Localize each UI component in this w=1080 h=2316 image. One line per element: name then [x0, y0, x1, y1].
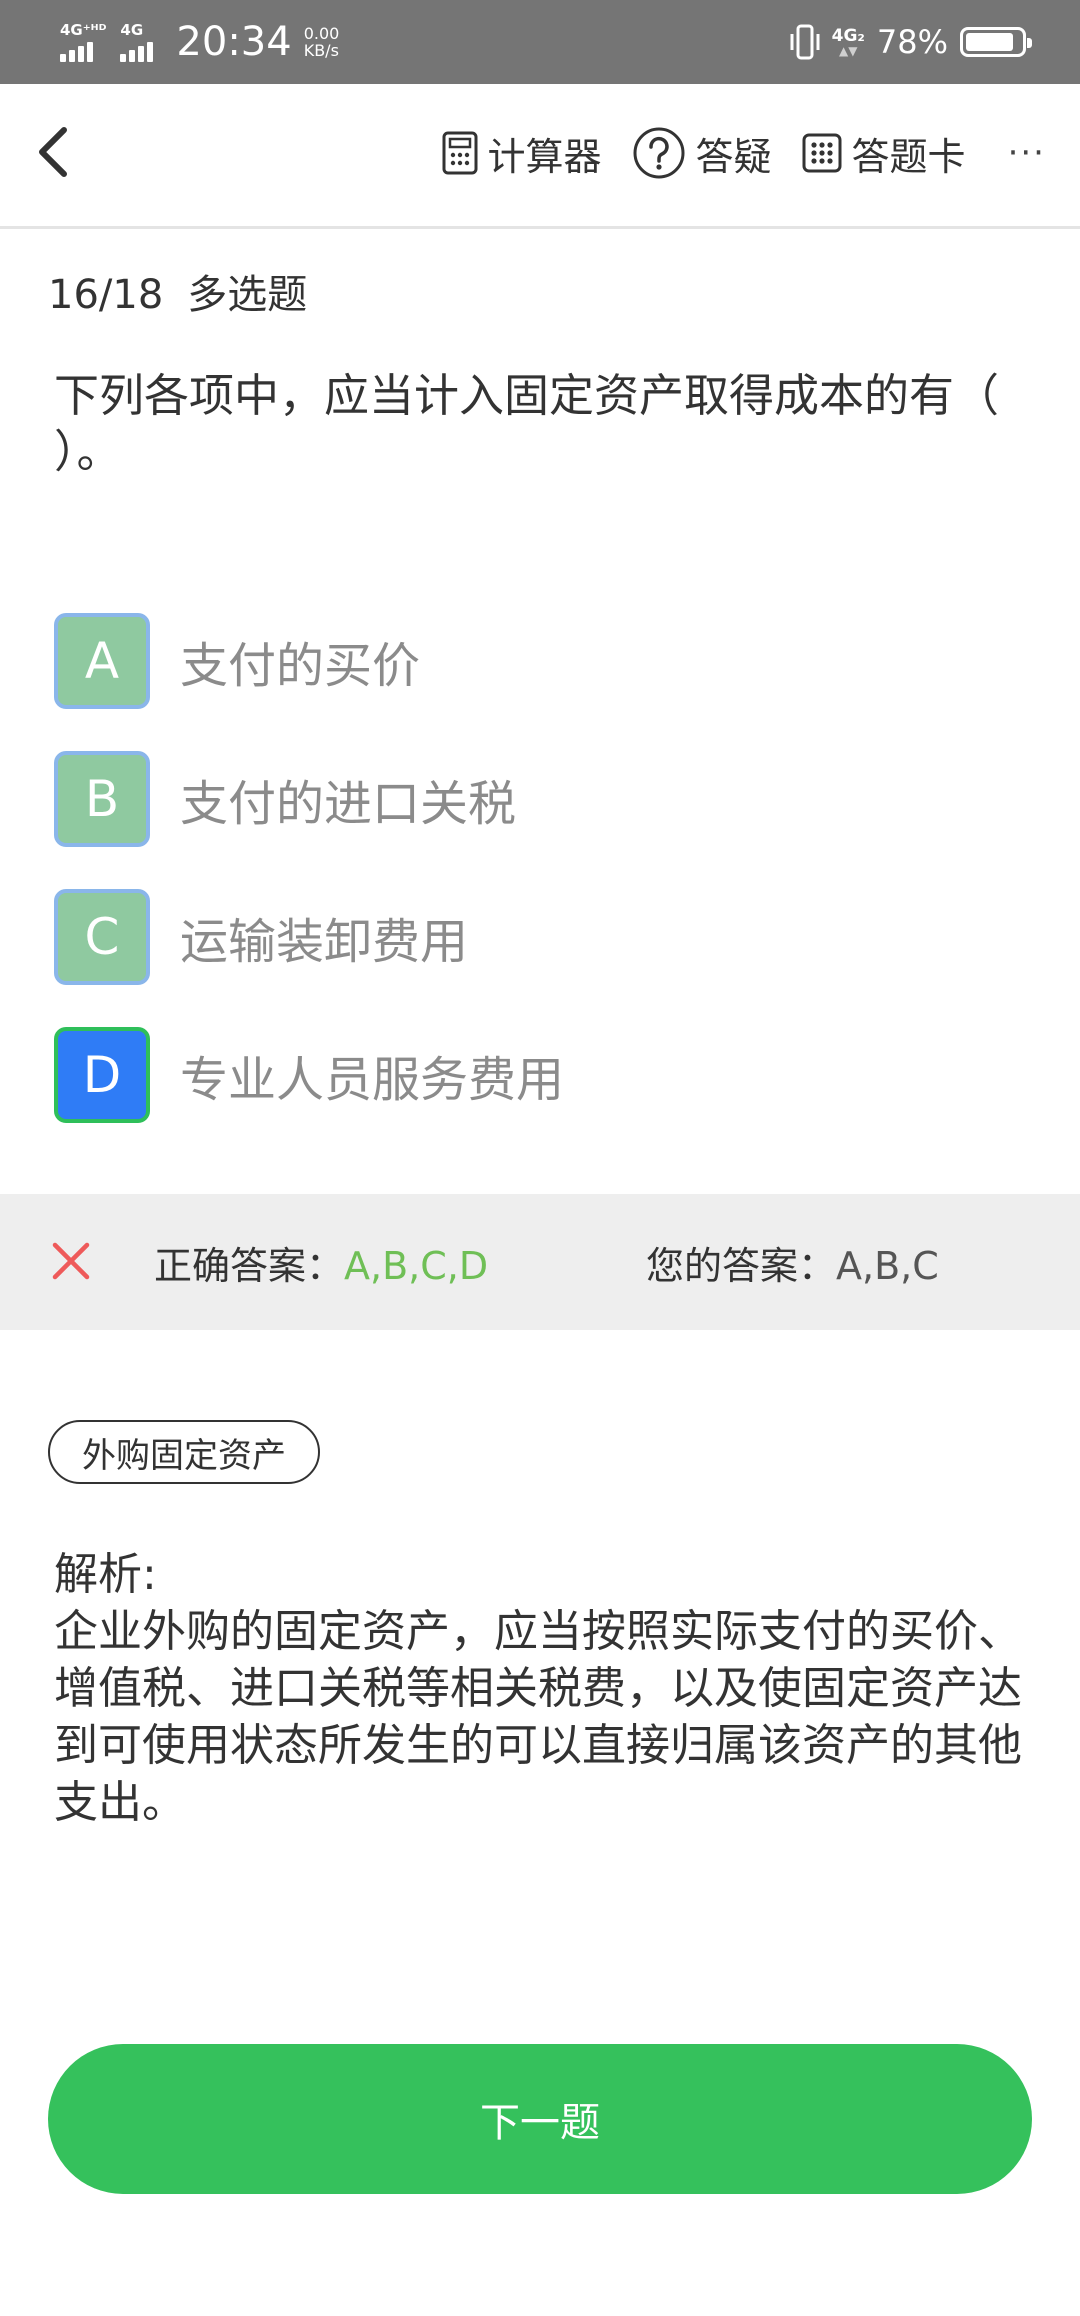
option-c[interactable]: C 运输装卸费用 [54, 868, 1034, 1006]
calculator-button[interactable]: 计算器 [442, 126, 602, 181]
answer-card-button[interactable]: 答题卡 [802, 126, 966, 181]
speed-unit: KB/s [303, 41, 339, 60]
chevron-left-icon[interactable] [30, 122, 80, 182]
network-1: 4G⁺ᴴᴰ [60, 22, 106, 62]
next-question-button[interactable]: 下一题 [48, 2044, 1032, 2194]
status-right: 4G₂ ▲▼ 78% [788, 12, 1032, 72]
battery-icon [960, 27, 1032, 57]
status-left: 4G⁺ᴴᴰ 4G 20:34 0.00 KB/s [60, 10, 339, 74]
network-1-label: 4G⁺ᴴᴰ [60, 21, 107, 39]
battery-percent: 78% [876, 23, 948, 61]
option-text: 运输装卸费用 [180, 914, 469, 970]
network-3: 4G₂ ▲▼ [832, 27, 865, 57]
option-list: A 支付的买价 B 支付的进口关税 C 运输装卸费用 D 专业人员服务费用 [54, 592, 1034, 1144]
vibrate-icon [790, 24, 820, 60]
nav-actions: 计算器 答疑 答题卡 ··· [412, 120, 1046, 186]
network-2-label: 4G [120, 21, 144, 39]
answer-card-label: 答题卡 [851, 134, 966, 179]
top-nav: 计算器 答疑 答题卡 ··· [0, 84, 1080, 229]
option-letter: B [54, 751, 150, 847]
network-speed: 0.00 KB/s [304, 25, 340, 59]
option-letter: D [54, 1027, 150, 1123]
option-text: 支付的买价 [180, 638, 421, 694]
option-a[interactable]: A 支付的买价 [54, 592, 1034, 730]
signal-icon [60, 40, 96, 62]
qa-button[interactable]: 答疑 [632, 126, 772, 181]
your-answer-value: A,B,C [836, 1243, 939, 1288]
option-text: 专业人员服务费用 [180, 1052, 565, 1108]
option-letter: C [54, 889, 150, 985]
analysis-label: 解析: [54, 1549, 157, 1600]
correct-answer-value: A,B,C,D [344, 1243, 489, 1288]
clock: 20:34 [176, 19, 292, 65]
question-meta: 16/18 多选题 [48, 262, 307, 320]
analysis: 解析: 企业外购的固定资产，应当按照实际支付的买价、增值税、进口关税等相关税费，… [54, 1546, 1034, 1831]
qa-label: 答疑 [695, 134, 772, 179]
option-text: 支付的进口关税 [180, 776, 517, 832]
question-type: 多选题 [187, 272, 308, 318]
signal-icon [120, 40, 156, 62]
option-letter: A [54, 613, 150, 709]
knowledge-tag[interactable]: 外购固定资产 [48, 1420, 320, 1484]
correct-answer-label: 正确答案： [154, 1243, 345, 1288]
grid-icon [802, 133, 842, 173]
your-answer: 您的答案：A,B,C [646, 1235, 939, 1290]
network-2: 4G [120, 22, 156, 62]
more-button[interactable]: ··· [1008, 133, 1046, 173]
question-circle-icon [633, 127, 685, 179]
question-progress: 16/18 [48, 272, 164, 318]
status-bar: 4G⁺ᴴᴰ 4G 20:34 0.00 KB/s 4G₂ ▲▼ 78% [0, 0, 1080, 84]
your-answer-label: 您的答案： [646, 1243, 837, 1288]
network-3-label: 4G₂ [831, 26, 865, 46]
calculator-label: 计算器 [487, 134, 602, 179]
analysis-text: 企业外购的固定资产，应当按照实际支付的买价、增值税、进口关税等相关税费，以及使固… [54, 1606, 1022, 1828]
correct-answer: 正确答案：A,B,C,D [154, 1235, 488, 1290]
question-stem: 下列各项中，应当计入固定资产取得成本的有（ ）。 [54, 369, 1000, 478]
option-b[interactable]: B 支付的进口关税 [54, 730, 1034, 868]
answer-result: 正确答案：A,B,C,D 您的答案：A,B,C [0, 1194, 1080, 1330]
calculator-icon [442, 131, 478, 175]
speed-value: 0.00 [303, 24, 340, 43]
data-arrows-icon: ▲▼ [839, 44, 858, 58]
close-icon [52, 1242, 90, 1280]
option-d[interactable]: D 专业人员服务费用 [54, 1006, 1034, 1144]
